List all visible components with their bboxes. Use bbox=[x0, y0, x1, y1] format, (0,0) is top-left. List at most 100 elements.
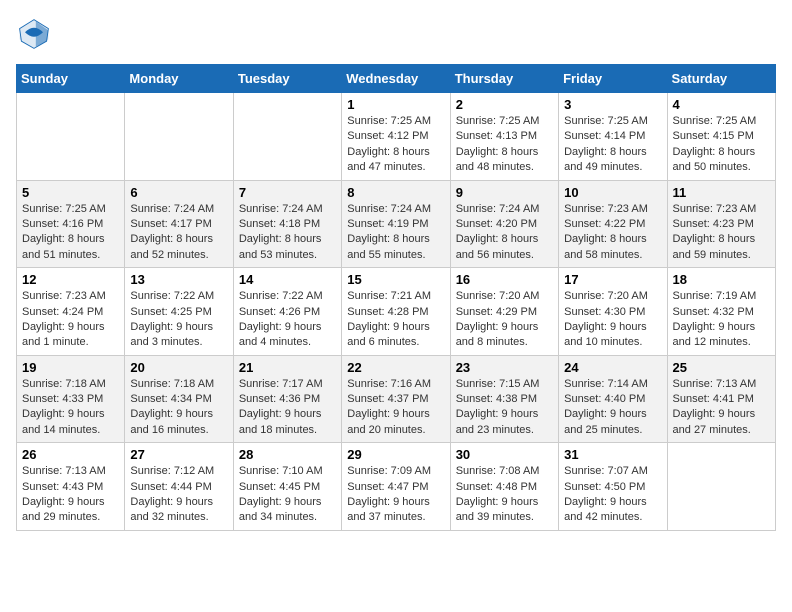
day-number: 7 bbox=[239, 185, 336, 200]
day-cell: 15Sunrise: 7:21 AM Sunset: 4:28 PM Dayli… bbox=[342, 268, 450, 356]
day-cell: 26 Sunrise: 7:13 AM Sunset: 4:43 PM Dayli… bbox=[17, 443, 125, 531]
weekday-friday: Friday bbox=[559, 65, 667, 93]
day-number: 18 bbox=[673, 272, 770, 287]
day-info: Sunrise: 7:10 AM Sunset: 4:45 PM Dayligh… bbox=[239, 464, 336, 526]
day-info: Sunrise: 7:17 AM Sunset: 4:36 PM Dayligh… bbox=[239, 377, 336, 439]
day-info: Sunrise: 7:25 AM Sunset: 4:12 PM Dayligh… bbox=[347, 114, 444, 176]
day-cell bbox=[667, 443, 775, 531]
day-info: Sunrise: 7:08 AM Sunset: 4:48 PM Dayligh… bbox=[456, 464, 553, 526]
day-number: 20 bbox=[130, 360, 227, 375]
day-info: Sunrise: 7:20 AM Sunset: 4:30 PM Dayligh… bbox=[564, 289, 661, 351]
day-cell: 10 Sunrise: 7:23 AM Sunset: 4:22 PM Dayli… bbox=[559, 180, 667, 268]
day-cell: 28 Sunrise: 7:10 AM Sunset: 4:45 PM Dayli… bbox=[233, 443, 341, 531]
day-number: 1 bbox=[347, 97, 444, 112]
day-number: 29 bbox=[347, 447, 444, 462]
day-cell: 20 Sunrise: 7:18 AM Sunset: 4:34 PM Dayli… bbox=[125, 355, 233, 443]
weekday-header-row: SundayMondayTuesdayWednesdayThursdayFrid… bbox=[17, 65, 776, 93]
day-cell: 27 Sunrise: 7:12 AM Sunset: 4:44 PM Dayli… bbox=[125, 443, 233, 531]
day-cell: 30 Sunrise: 7:08 AM Sunset: 4:48 PM Dayli… bbox=[450, 443, 558, 531]
day-number: 17 bbox=[564, 272, 661, 287]
week-row-5: 26 Sunrise: 7:13 AM Sunset: 4:43 PM Dayli… bbox=[17, 443, 776, 531]
day-cell: 11 Sunrise: 7:23 AM Sunset: 4:23 PM Dayli… bbox=[667, 180, 775, 268]
day-number: 24 bbox=[564, 360, 661, 375]
day-number: 31 bbox=[564, 447, 661, 462]
day-cell: 12Sunrise: 7:23 AM Sunset: 4:24 PM Dayli… bbox=[17, 268, 125, 356]
day-info: Sunrise: 7:23 AM Sunset: 4:22 PM Dayligh… bbox=[564, 202, 661, 264]
day-info: Sunrise: 7:22 AM Sunset: 4:26 PM Dayligh… bbox=[239, 289, 336, 351]
day-info: Sunrise: 7:14 AM Sunset: 4:40 PM Dayligh… bbox=[564, 377, 661, 439]
day-cell: 17 Sunrise: 7:20 AM Sunset: 4:30 PM Dayli… bbox=[559, 268, 667, 356]
logo-icon bbox=[16, 16, 52, 52]
day-number: 4 bbox=[673, 97, 770, 112]
week-row-2: 5 Sunrise: 7:25 AM Sunset: 4:16 PM Daylig… bbox=[17, 180, 776, 268]
day-number: 13 bbox=[130, 272, 227, 287]
weekday-wednesday: Wednesday bbox=[342, 65, 450, 93]
day-info: Sunrise: 7:18 AM Sunset: 4:34 PM Dayligh… bbox=[130, 377, 227, 439]
day-info: Sunrise: 7:16 AM Sunset: 4:37 PM Dayligh… bbox=[347, 377, 444, 439]
day-number: 26 bbox=[22, 447, 119, 462]
day-cell: 8Sunrise: 7:24 AM Sunset: 4:19 PM Daylig… bbox=[342, 180, 450, 268]
day-number: 9 bbox=[456, 185, 553, 200]
day-info: Sunrise: 7:25 AM Sunset: 4:14 PM Dayligh… bbox=[564, 114, 661, 176]
day-number: 21 bbox=[239, 360, 336, 375]
day-info: Sunrise: 7:25 AM Sunset: 4:16 PM Dayligh… bbox=[22, 202, 119, 264]
weekday-thursday: Thursday bbox=[450, 65, 558, 93]
weekday-tuesday: Tuesday bbox=[233, 65, 341, 93]
day-info: Sunrise: 7:12 AM Sunset: 4:44 PM Dayligh… bbox=[130, 464, 227, 526]
day-info: Sunrise: 7:13 AM Sunset: 4:43 PM Dayligh… bbox=[22, 464, 119, 526]
day-number: 8 bbox=[347, 185, 444, 200]
page-header bbox=[16, 16, 776, 52]
day-info: Sunrise: 7:09 AM Sunset: 4:47 PM Dayligh… bbox=[347, 464, 444, 526]
weekday-monday: Monday bbox=[125, 65, 233, 93]
day-info: Sunrise: 7:22 AM Sunset: 4:25 PM Dayligh… bbox=[130, 289, 227, 351]
day-info: Sunrise: 7:07 AM Sunset: 4:50 PM Dayligh… bbox=[564, 464, 661, 526]
day-cell: 14Sunrise: 7:22 AM Sunset: 4:26 PM Dayli… bbox=[233, 268, 341, 356]
day-number: 27 bbox=[130, 447, 227, 462]
day-cell: 5 Sunrise: 7:25 AM Sunset: 4:16 PM Daylig… bbox=[17, 180, 125, 268]
day-cell bbox=[125, 93, 233, 181]
day-number: 19 bbox=[22, 360, 119, 375]
day-cell: 6Sunrise: 7:24 AM Sunset: 4:17 PM Daylig… bbox=[125, 180, 233, 268]
day-cell: 22 Sunrise: 7:16 AM Sunset: 4:37 PM Dayli… bbox=[342, 355, 450, 443]
day-cell bbox=[233, 93, 341, 181]
day-number: 11 bbox=[673, 185, 770, 200]
day-number: 28 bbox=[239, 447, 336, 462]
day-info: Sunrise: 7:23 AM Sunset: 4:23 PM Dayligh… bbox=[673, 202, 770, 264]
day-number: 23 bbox=[456, 360, 553, 375]
day-info: Sunrise: 7:21 AM Sunset: 4:28 PM Dayligh… bbox=[347, 289, 444, 351]
day-cell: 7 Sunrise: 7:24 AM Sunset: 4:18 PM Daylig… bbox=[233, 180, 341, 268]
day-number: 10 bbox=[564, 185, 661, 200]
day-number: 22 bbox=[347, 360, 444, 375]
day-info: Sunrise: 7:24 AM Sunset: 4:18 PM Dayligh… bbox=[239, 202, 336, 264]
week-row-3: 12Sunrise: 7:23 AM Sunset: 4:24 PM Dayli… bbox=[17, 268, 776, 356]
day-cell: 1 Sunrise: 7:25 AM Sunset: 4:12 PM Daylig… bbox=[342, 93, 450, 181]
day-cell: 18 Sunrise: 7:19 AM Sunset: 4:32 PM Dayli… bbox=[667, 268, 775, 356]
day-info: Sunrise: 7:15 AM Sunset: 4:38 PM Dayligh… bbox=[456, 377, 553, 439]
day-number: 12 bbox=[22, 272, 119, 287]
day-number: 2 bbox=[456, 97, 553, 112]
day-cell: 19 Sunrise: 7:18 AM Sunset: 4:33 PM Dayli… bbox=[17, 355, 125, 443]
day-cell: 23 Sunrise: 7:15 AM Sunset: 4:38 PM Dayli… bbox=[450, 355, 558, 443]
day-cell: 21 Sunrise: 7:17 AM Sunset: 4:36 PM Dayli… bbox=[233, 355, 341, 443]
day-number: 16 bbox=[456, 272, 553, 287]
day-number: 5 bbox=[22, 185, 119, 200]
day-cell: 9 Sunrise: 7:24 AM Sunset: 4:20 PM Daylig… bbox=[450, 180, 558, 268]
day-cell: 2Sunrise: 7:25 AM Sunset: 4:13 PM Daylig… bbox=[450, 93, 558, 181]
day-info: Sunrise: 7:18 AM Sunset: 4:33 PM Dayligh… bbox=[22, 377, 119, 439]
day-cell: 24 Sunrise: 7:14 AM Sunset: 4:40 PM Dayli… bbox=[559, 355, 667, 443]
day-info: Sunrise: 7:25 AM Sunset: 4:15 PM Dayligh… bbox=[673, 114, 770, 176]
day-info: Sunrise: 7:24 AM Sunset: 4:20 PM Dayligh… bbox=[456, 202, 553, 264]
calendar-body: 1 Sunrise: 7:25 AM Sunset: 4:12 PM Daylig… bbox=[17, 93, 776, 531]
week-row-4: 19 Sunrise: 7:18 AM Sunset: 4:33 PM Dayli… bbox=[17, 355, 776, 443]
day-info: Sunrise: 7:19 AM Sunset: 4:32 PM Dayligh… bbox=[673, 289, 770, 351]
day-cell: 13 Sunrise: 7:22 AM Sunset: 4:25 PM Dayli… bbox=[125, 268, 233, 356]
day-number: 25 bbox=[673, 360, 770, 375]
weekday-sunday: Sunday bbox=[17, 65, 125, 93]
day-cell: 25Sunrise: 7:13 AM Sunset: 4:41 PM Dayli… bbox=[667, 355, 775, 443]
day-number: 30 bbox=[456, 447, 553, 462]
calendar: SundayMondayTuesdayWednesdayThursdayFrid… bbox=[16, 64, 776, 531]
day-cell: 4 Sunrise: 7:25 AM Sunset: 4:15 PM Daylig… bbox=[667, 93, 775, 181]
day-info: Sunrise: 7:24 AM Sunset: 4:17 PM Dayligh… bbox=[130, 202, 227, 264]
day-info: Sunrise: 7:20 AM Sunset: 4:29 PM Dayligh… bbox=[456, 289, 553, 351]
day-cell: 3Sunrise: 7:25 AM Sunset: 4:14 PM Daylig… bbox=[559, 93, 667, 181]
